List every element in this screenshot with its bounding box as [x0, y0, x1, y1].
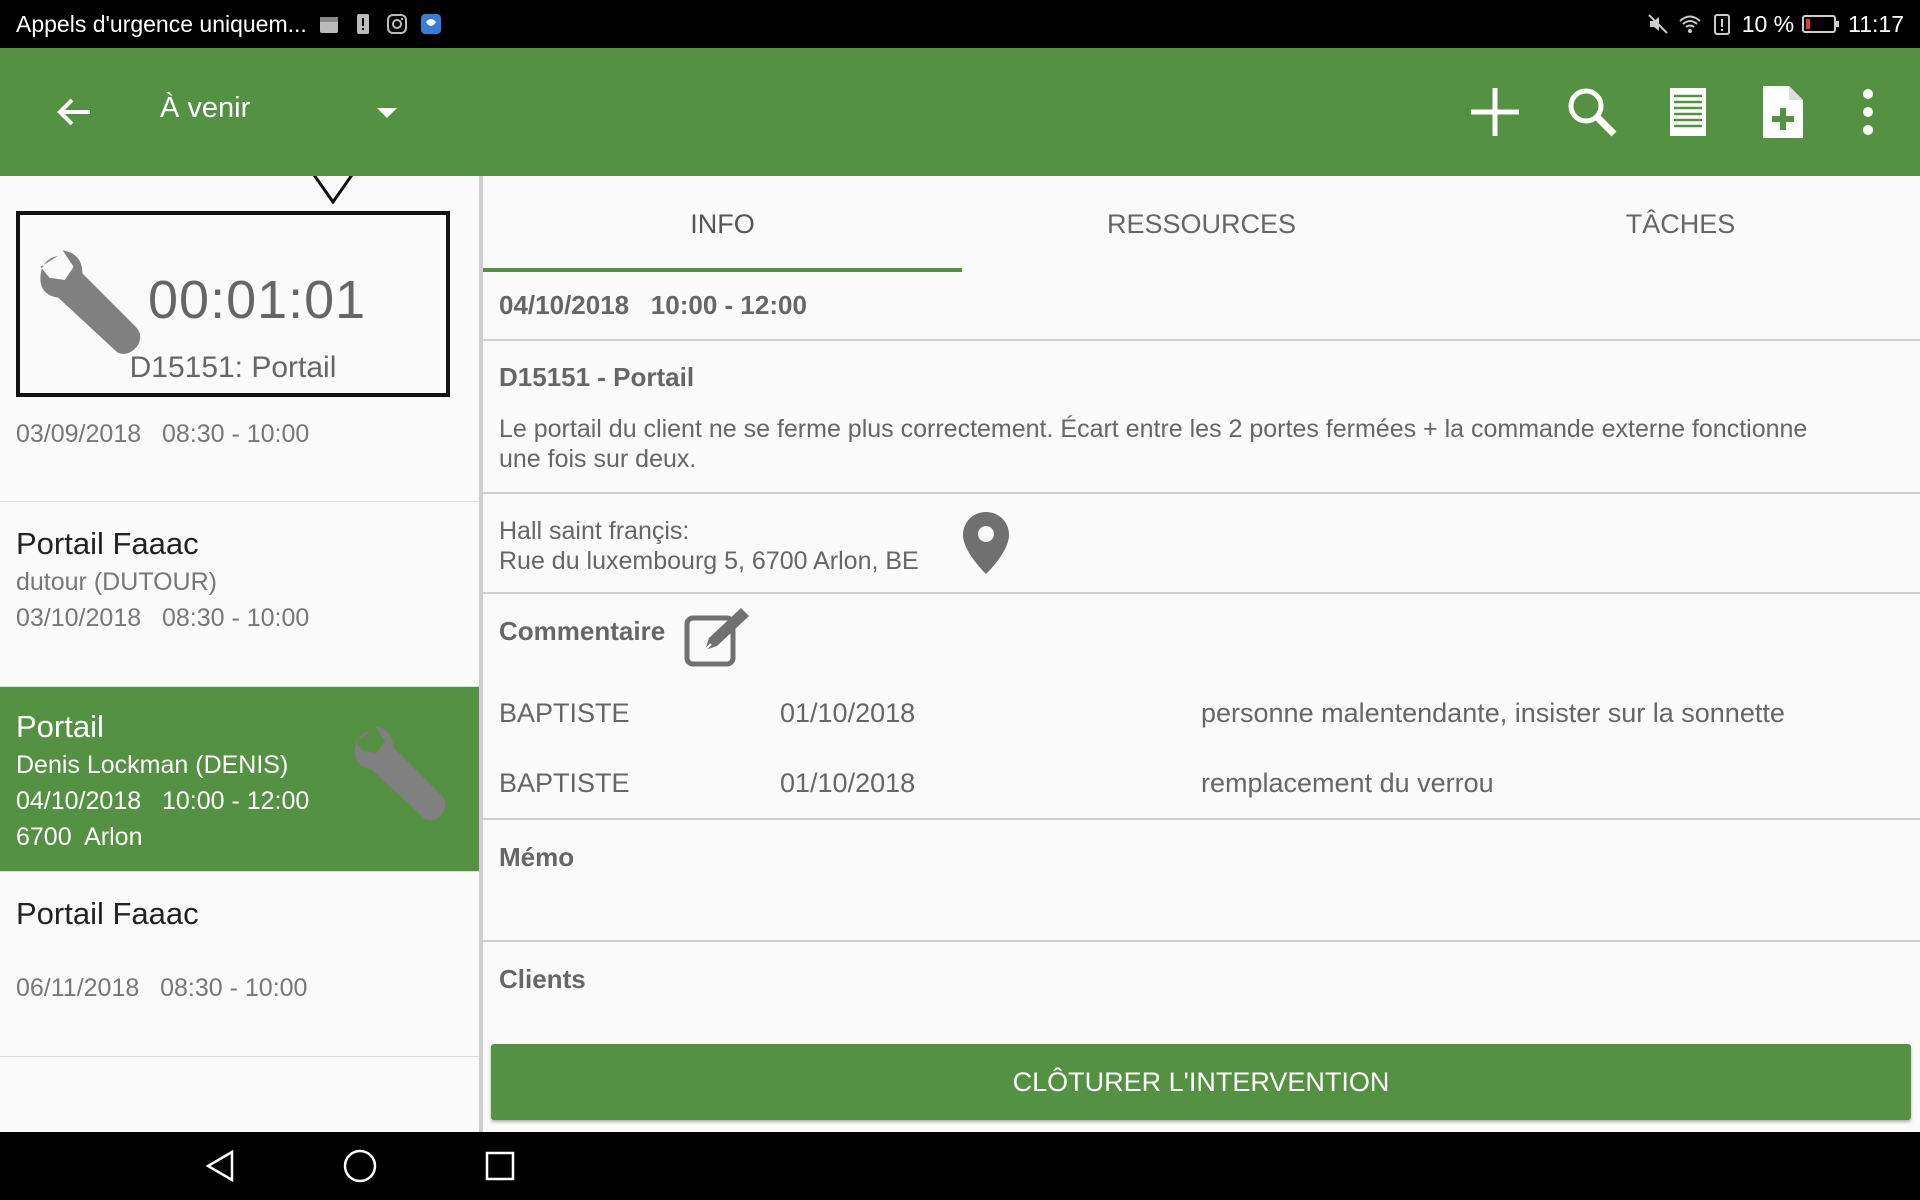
- memo-label: Mémo: [499, 842, 575, 872]
- list-item-city: 6700 Arlon: [16, 823, 143, 851]
- dropdown-icon[interactable]: [375, 106, 399, 120]
- comment-date: 01/10/2018: [780, 698, 916, 728]
- timer-job-label: D15151: Portail: [129, 351, 337, 384]
- job-description-line2: une fois sur deux.: [499, 445, 697, 473]
- list-icon[interactable]: [1658, 82, 1718, 142]
- tab-bar: INFO RESSOURCES TÂCHES: [483, 176, 1920, 272]
- battery-alert-icon: [1713, 14, 1730, 35]
- list-item[interactable]: Portail Faaac dutour (DUTOUR) 03/10/2018…: [0, 502, 479, 687]
- navigation-bar: [0, 1132, 1920, 1200]
- app-bar: À venir: [0, 48, 1920, 176]
- edit-comment-icon[interactable]: [683, 606, 753, 668]
- close-intervention-button[interactable]: CLÔTURER L'INTERVENTION: [491, 1044, 1911, 1120]
- divider: [483, 492, 1920, 494]
- tab-indicator: [483, 268, 962, 272]
- more-icon[interactable]: [1838, 82, 1898, 142]
- divider: [483, 339, 1920, 341]
- location-address: Rue du luxembourg 5, 6700 Arlon, BE: [499, 547, 919, 575]
- clients-label: Clients: [499, 964, 586, 994]
- wrench-icon: [40, 250, 141, 354]
- app-notification-icon: [420, 14, 441, 34]
- list-item-date: 06/11/2018 08:30 - 10:00: [16, 974, 308, 1002]
- back-arrow-icon[interactable]: [50, 88, 98, 136]
- nav-home-icon[interactable]: [340, 1146, 380, 1186]
- tab-info[interactable]: INFO: [483, 176, 962, 272]
- battery-percent: 10 %: [1741, 10, 1795, 37]
- tab-ressources[interactable]: RESSOURCES: [962, 176, 1441, 272]
- comment-text: remplacement du verrou: [1201, 768, 1494, 798]
- list-item-date: 03/09/2018 08:30 - 10:00: [16, 420, 310, 448]
- divider: [483, 592, 1920, 594]
- search-icon[interactable]: [1562, 82, 1622, 142]
- tab-taches[interactable]: TÂCHES: [1441, 176, 1920, 272]
- add-icon[interactable]: [1465, 82, 1525, 142]
- job-description-line1: Le portail du client ne se ferme plus co…: [499, 415, 1808, 443]
- list-item-title: Portail: [16, 709, 104, 744]
- list-item-title: Portail Faaac: [16, 526, 199, 561]
- add-document-icon[interactable]: [1753, 82, 1813, 142]
- comment-author: BAPTISTE: [499, 698, 630, 728]
- wrench-icon: [354, 726, 446, 821]
- intervention-list: 03/09/2018 08:30 - 10:00 Portail Faaac d…: [0, 176, 479, 1132]
- clock: 11:17: [1848, 10, 1904, 37]
- battery-icon: [1802, 15, 1840, 33]
- comment-date: 01/10/2018: [780, 768, 916, 798]
- divider: [483, 818, 1920, 820]
- nav-back-icon[interactable]: [200, 1146, 240, 1186]
- status-carrier-text: Appels d'urgence uniquem...: [16, 10, 307, 37]
- intervention-detail: INFO RESSOURCES TÂCHES 04/10/2018 10:00 …: [483, 176, 1920, 1132]
- comment-label: Commentaire: [499, 616, 666, 646]
- list-item[interactable]: Portail Faaac 06/11/2018 08:30 - 10:00: [0, 872, 479, 1057]
- alert-notification-icon: [356, 14, 369, 34]
- list-item-client: dutour (DUTOUR): [16, 568, 217, 596]
- map-pin-icon[interactable]: [961, 510, 1011, 576]
- filter-selector[interactable]: À venir: [160, 92, 250, 125]
- list-item-title: Portail Faaac: [16, 896, 199, 931]
- list-item-selected[interactable]: Portail Denis Lockman (DENIS) 04/10/2018…: [0, 687, 479, 872]
- comment-author: BAPTISTE: [499, 768, 630, 798]
- location-name: Hall saint françis:: [499, 517, 690, 545]
- calendar-notification-icon: [319, 17, 338, 33]
- intervention-datetime: 04/10/2018 10:00 - 12:00: [499, 290, 807, 320]
- list-item-date: 04/10/2018 10:00 - 12:00: [16, 787, 310, 815]
- timer-elapsed: 00:01:01: [148, 270, 367, 330]
- comment-text: personne malentendante, insister sur la …: [1201, 698, 1785, 728]
- down-arrow-annotation-icon: [312, 176, 354, 204]
- divider: [483, 940, 1920, 942]
- job-title: D15151 - Portail: [499, 362, 695, 392]
- active-timer-widget[interactable]: 00:01:01 D15151: Portail: [16, 211, 450, 397]
- status-bar: Appels d'urgence uniquem... 10 % 11:17: [0, 0, 1920, 48]
- list-item-date: 03/10/2018 08:30 - 10:00: [16, 604, 310, 632]
- instagram-icon: [386, 14, 407, 34]
- nav-recents-icon[interactable]: [480, 1146, 520, 1186]
- list-item-client: Denis Lockman (DENIS): [16, 751, 289, 779]
- mute-icon: [1647, 14, 1668, 34]
- wifi-icon: [1679, 15, 1701, 33]
